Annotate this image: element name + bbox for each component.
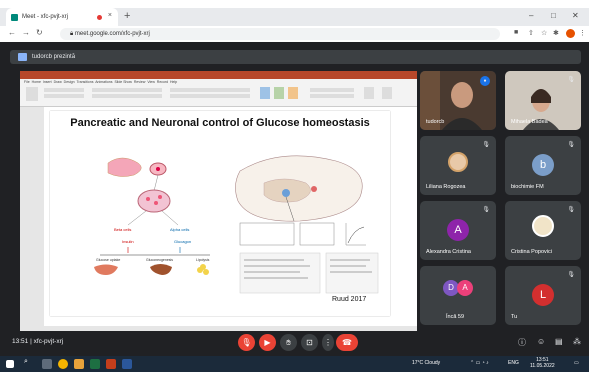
- url-text: meet.google.com/xfc-pvjt-xrj: [74, 31, 150, 37]
- window-close-button[interactable]: ✕: [572, 11, 579, 20]
- svg-text:Glucagon: Glucagon: [174, 239, 191, 244]
- slide-canvas: Pancreatic and Neuronal control of Gluco…: [50, 111, 390, 316]
- participant-name: Liliana Rogozea: [426, 184, 466, 190]
- svg-text:Insulin: Insulin: [122, 239, 134, 244]
- participant-tile-liliana[interactable]: 🎙︎ Liliana Rogozea: [420, 136, 496, 195]
- excel-taskbar-icon[interactable]: [90, 359, 100, 369]
- chrome-taskbar-icon[interactable]: [58, 359, 68, 369]
- participant-name: Mihaela Badea: [511, 119, 548, 125]
- meeting-info: 13:51 | xfc-pvjt-xrj: [12, 338, 64, 345]
- weather-widget[interactable]: 17°C Cloudy: [412, 360, 440, 366]
- raise-hand-button[interactable]: ✋︎: [280, 334, 297, 351]
- forward-arrow-icon[interactable]: →: [22, 28, 30, 37]
- people-icon[interactable]: ☺︎: [537, 337, 545, 346]
- chat-icon[interactable]: ▤: [555, 337, 563, 346]
- mic-off-icon: 🎙︎: [567, 77, 575, 83]
- meet-controls: 13:51 | xfc-pvjt-xrj 🎙︎ ▶︎ ✋︎ ⊡ ⋮ ☎︎ ⓘ ☺…: [0, 330, 589, 356]
- participant-name: Alexandra Cristina: [426, 249, 471, 255]
- participant-tile-cristina[interactable]: 🎙︎ Cristina Popovici: [505, 201, 581, 260]
- chrome-menu-icon[interactable]: ⋮: [579, 29, 586, 37]
- presenter-banner: tudorcb prezintă: [10, 50, 581, 64]
- mic-toggle-button[interactable]: 🎙︎: [238, 334, 255, 351]
- participant-name: Încă 59: [446, 314, 465, 320]
- share-icon[interactable]: ⇧: [528, 29, 534, 37]
- windows-taskbar: ⌕ 17°C Cloudy ⌃ ▭ ◔ ♪ ENG 13:51 11.05.20…: [0, 356, 589, 372]
- svg-text:Alpha cells: Alpha cells: [170, 227, 189, 232]
- info-icon[interactable]: ⓘ: [518, 337, 526, 348]
- extensions-puzzle-icon[interactable]: ✱: [553, 29, 559, 37]
- task-view-icon[interactable]: [42, 359, 52, 369]
- end-call-button[interactable]: ☎︎: [336, 334, 358, 351]
- mic-off-icon: 🎙︎: [482, 142, 490, 148]
- participant-photo: [532, 215, 554, 237]
- activities-icon[interactable]: ⁂: [573, 337, 581, 346]
- participant-name: Cristina Popovici: [511, 249, 552, 255]
- windows-start-icon[interactable]: [6, 360, 14, 368]
- address-bar-row: ← → ↻ 🔒︎ meet.google.com/xfc-pvjt-xrj ■ …: [0, 26, 589, 42]
- slide-diagram: Beta cells Alpha cells Insulin Glucagon …: [94, 155, 379, 294]
- participant-tile-alexandra[interactable]: A 🎙︎ Alexandra Cristina: [420, 201, 496, 260]
- mic-off-icon: 🎙︎: [567, 207, 575, 213]
- search-icon[interactable]: ⌕: [24, 358, 28, 366]
- participant-avatar: A: [457, 280, 473, 296]
- participant-name: tudorcb: [426, 119, 445, 125]
- powerpoint-taskbar-icon[interactable]: [106, 359, 116, 369]
- word-taskbar-icon[interactable]: [122, 359, 132, 369]
- slide-credit: Ruud 2017: [332, 296, 367, 303]
- profile-avatar[interactable]: [566, 29, 575, 38]
- svg-text:Beta cells: Beta cells: [114, 227, 131, 232]
- participant-avatar: b: [532, 154, 554, 176]
- meet-window: tudorcb prezintă File Home Insert Draw D…: [0, 42, 589, 356]
- presenter-banner-text: tudorcb prezintă: [32, 54, 76, 60]
- minimize-button[interactable]: –: [529, 11, 533, 20]
- browser-tab-bar: Meet - xfc-pvjt-xrj × + – □ ✕: [0, 8, 589, 26]
- mic-off-icon: 🎙︎: [482, 207, 490, 213]
- tray-icons[interactable]: ⌃ ▭ ◔ ♪: [470, 360, 489, 366]
- bookmark-star-icon[interactable]: ☆: [541, 29, 547, 37]
- meet-favicon-icon: [11, 13, 18, 21]
- new-tab-button[interactable]: +: [124, 10, 130, 22]
- language-indicator[interactable]: ENG: [508, 360, 519, 366]
- maximize-button[interactable]: □: [551, 11, 556, 20]
- tab-close-icon[interactable]: ×: [108, 12, 112, 19]
- participant-photo: [448, 152, 468, 172]
- recording-dot-icon: [97, 15, 102, 20]
- back-arrow-icon[interactable]: ←: [8, 28, 16, 37]
- mic-off-icon: 🎙︎: [567, 142, 575, 148]
- participant-tile-biochimie[interactable]: b 🎙︎ biochimie FM: [505, 136, 581, 195]
- present-button[interactable]: ⊡: [301, 334, 318, 351]
- powerpoint-titlebar: [20, 71, 417, 79]
- mic-off-icon: 🎙︎: [567, 272, 575, 278]
- participant-tile-tudorcb[interactable]: ● tudorcb: [420, 71, 496, 130]
- shared-screen: File Home Insert Draw Design Transitions…: [20, 71, 417, 331]
- svg-text:Lipolysis: Lipolysis: [196, 258, 210, 262]
- file-explorer-icon[interactable]: [74, 359, 84, 369]
- more-options-button[interactable]: ⋮: [322, 334, 334, 351]
- participant-avatar: L: [532, 284, 554, 306]
- tab-title: Meet - xfc-pvjt-xrj: [22, 14, 69, 20]
- camera-toggle-button[interactable]: ▶︎: [259, 334, 276, 351]
- clock[interactable]: 13:51 11.05.2022: [530, 357, 555, 369]
- slide-thumbnails-pane: [20, 107, 44, 326]
- svg-text:Glucose uptake: Glucose uptake: [96, 258, 120, 262]
- browser-tab-meet[interactable]: Meet - xfc-pvjt-xrj ×: [6, 8, 118, 26]
- speaking-indicator-icon: ●: [480, 76, 490, 86]
- ribbon-controls: [26, 87, 392, 101]
- powerpoint-ribbon: File Home Insert Draw Design Transitions…: [20, 79, 417, 107]
- participant-tile-self[interactable]: L 🎙︎ Tu: [505, 266, 581, 325]
- camera-permission-icon[interactable]: ■: [514, 29, 518, 36]
- clock-date: 11.05.2022: [530, 363, 555, 369]
- svg-text:Gluconeogenesis: Gluconeogenesis: [146, 258, 173, 262]
- present-screen-icon: [18, 53, 27, 61]
- participant-name: biochimie FM: [511, 184, 544, 190]
- participant-avatar: A: [447, 219, 469, 241]
- participant-tile-mihaela[interactable]: 🎙︎ Mihaela Badea: [505, 71, 581, 130]
- url-field[interactable]: 🔒︎ meet.google.com/xfc-pvjt-xrj: [60, 28, 500, 40]
- participant-tile-more[interactable]: D A Încă 59: [420, 266, 496, 325]
- notifications-icon[interactable]: ▭: [574, 360, 579, 366]
- reload-icon[interactable]: ↻: [36, 28, 43, 37]
- participant-name: Tu: [511, 314, 518, 320]
